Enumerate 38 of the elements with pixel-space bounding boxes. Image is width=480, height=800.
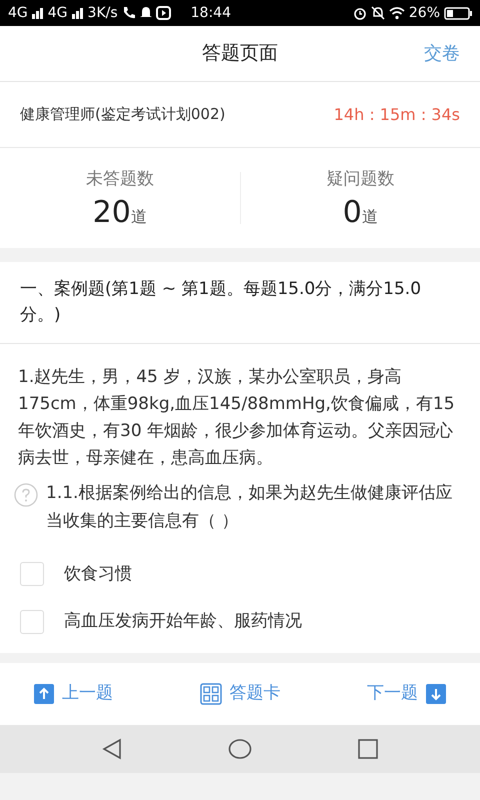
signal-icon <box>32 7 44 19</box>
clock-time: 18:44 <box>190 4 231 22</box>
submit-button[interactable]: 交卷 <box>424 40 460 67</box>
countdown-timer: 14h : 15m : 34s <box>334 104 460 126</box>
back-icon[interactable] <box>100 738 123 760</box>
exam-name: 健康管理师(鉴定考试计划002) <box>20 104 226 126</box>
option-label[interactable]: 高血压发病开始年龄、服药情况 <box>64 608 302 636</box>
recents-icon[interactable] <box>357 738 380 760</box>
phone-icon <box>122 6 136 20</box>
option-checkbox[interactable] <box>20 610 44 634</box>
network-label: 4G <box>48 4 68 22</box>
page-title: 答题页面 <box>202 41 278 66</box>
play-icon <box>156 6 171 20</box>
muted-bell-icon <box>370 6 385 20</box>
stat-label: 未答题数 <box>86 168 154 191</box>
stat-unit: 道 <box>362 206 378 228</box>
network-label: 4G <box>8 4 28 22</box>
question-text: 1.1.根据案例给出的信息，如果为赵先生做健康评估应当收集的主要信息有（ ） <box>46 482 454 533</box>
stat-unit: 道 <box>130 206 147 228</box>
case-text: 1.赵先生，男，45 岁，汉族，某办公室职员，身高175cm，体重98kg,血压145/88mmHg,饮食偏咸，有15 年饮酒史，有30 年烟龄，很少参加体育运动。父亲因冠心病去世，母亲健在，患高血压病。 <box>17 366 456 470</box>
battery-percent: 26% <box>408 4 440 22</box>
wifi-icon <box>388 6 405 20</box>
speed-label: 3K/s <box>88 4 118 22</box>
next-question-button[interactable]: 下一题 <box>367 681 446 707</box>
signal-icon <box>72 7 84 19</box>
home-icon[interactable] <box>228 738 252 760</box>
bell-icon <box>140 6 152 20</box>
stat-count: 0 <box>342 196 362 230</box>
option-checkbox[interactable] <box>20 562 44 586</box>
answer-card-button[interactable]: 答题卡 <box>200 681 280 707</box>
stat-label: 疑问题数 <box>326 168 394 191</box>
section-title: 一、案例题(第1题 ~ 第1题。每题15.0分，满分15.0分。) <box>0 262 480 344</box>
answer-card-icon <box>200 683 222 706</box>
battery-icon <box>444 6 472 20</box>
alarm-icon <box>352 6 367 20</box>
option-label[interactable]: 饮食习惯 <box>64 560 132 588</box>
stat-count: 20 <box>92 196 131 230</box>
previous-question-button[interactable]: 上一题 <box>34 681 113 707</box>
